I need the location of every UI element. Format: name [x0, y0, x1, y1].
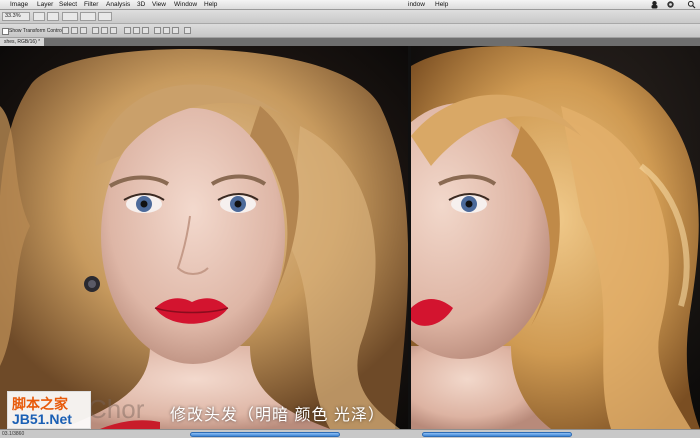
document-tab[interactable]: shes, RGB/16) *: [0, 38, 45, 46]
distribute-left-icon[interactable]: [154, 27, 161, 34]
menu-bar: Image Layer Select Filter Analysis 3D Vi…: [0, 0, 700, 10]
align-bottom-icon[interactable]: [80, 27, 87, 34]
tray-user-icon[interactable]: [650, 0, 659, 9]
align-hcenter-icon[interactable]: [101, 27, 108, 34]
tray-status-icon[interactable]: [666, 0, 675, 9]
distribute-vcenter-icon[interactable]: [133, 27, 140, 34]
watermark-line-2: JB51.Net: [12, 411, 72, 427]
spotlight-search-icon[interactable]: [687, 0, 696, 9]
move-tool-options: Show Transform Controls: [0, 24, 700, 38]
zoom-level-field[interactable]: 33.3%: [2, 12, 30, 21]
document-tab-bar: shes, RGB/16) *: [0, 38, 700, 46]
show-transform-controls-label: Show Transform Controls: [9, 27, 66, 34]
distribute-right-icon[interactable]: [172, 27, 179, 34]
menu-window[interactable]: Window: [174, 1, 197, 8]
menu-filter[interactable]: Filter: [84, 1, 98, 8]
document-size-status: 03.1/3860: [2, 431, 25, 437]
after-photo: [411, 46, 700, 429]
grid-toggle-button[interactable]: [98, 12, 112, 21]
menu-window-right[interactable]: indow: [408, 1, 425, 8]
show-transform-controls-checkbox[interactable]: [2, 28, 9, 35]
zoom-tool-button[interactable]: [47, 12, 59, 21]
site-watermark-logo: 脚本之家 JB51.Net: [7, 391, 91, 429]
menu-help-right[interactable]: Help: [435, 1, 448, 8]
menu-layer[interactable]: Layer: [37, 1, 53, 8]
options-bar: 33.3%: [0, 10, 700, 24]
distribute-hcenter-icon[interactable]: [163, 27, 170, 34]
auto-align-icon[interactable]: [184, 27, 191, 34]
align-right-icon[interactable]: [110, 27, 117, 34]
menu-analysis[interactable]: Analysis: [106, 1, 130, 8]
menu-select[interactable]: Select: [59, 1, 77, 8]
horizontal-scrollbar-right[interactable]: [422, 431, 572, 437]
before-photo: [0, 46, 408, 429]
horizontal-scrollbar-left[interactable]: [190, 431, 340, 437]
tutorial-caption: 修改头发（明暗 颜色 光泽）: [170, 407, 385, 424]
distribute-top-icon[interactable]: [124, 27, 131, 34]
menu-3d[interactable]: 3D: [137, 1, 145, 8]
arrange-documents-button[interactable]: [62, 12, 78, 21]
faded-watermark-text: Chor: [88, 394, 145, 424]
distribute-bottom-icon[interactable]: [142, 27, 149, 34]
after-portrait-image: [411, 46, 700, 429]
align-top-icon[interactable]: [62, 27, 69, 34]
screen-mode-button[interactable]: [80, 12, 96, 21]
align-vcenter-icon[interactable]: [71, 27, 78, 34]
menu-image[interactable]: Image: [10, 1, 28, 8]
menu-help[interactable]: Help: [204, 1, 217, 8]
align-left-icon[interactable]: [92, 27, 99, 34]
document-canvas[interactable]: Chor 修改头发（明暗 颜色 光泽）: [0, 46, 700, 429]
hand-tool-button[interactable]: [33, 12, 45, 21]
before-portrait-image: [0, 46, 408, 429]
menu-view[interactable]: View: [152, 1, 166, 8]
